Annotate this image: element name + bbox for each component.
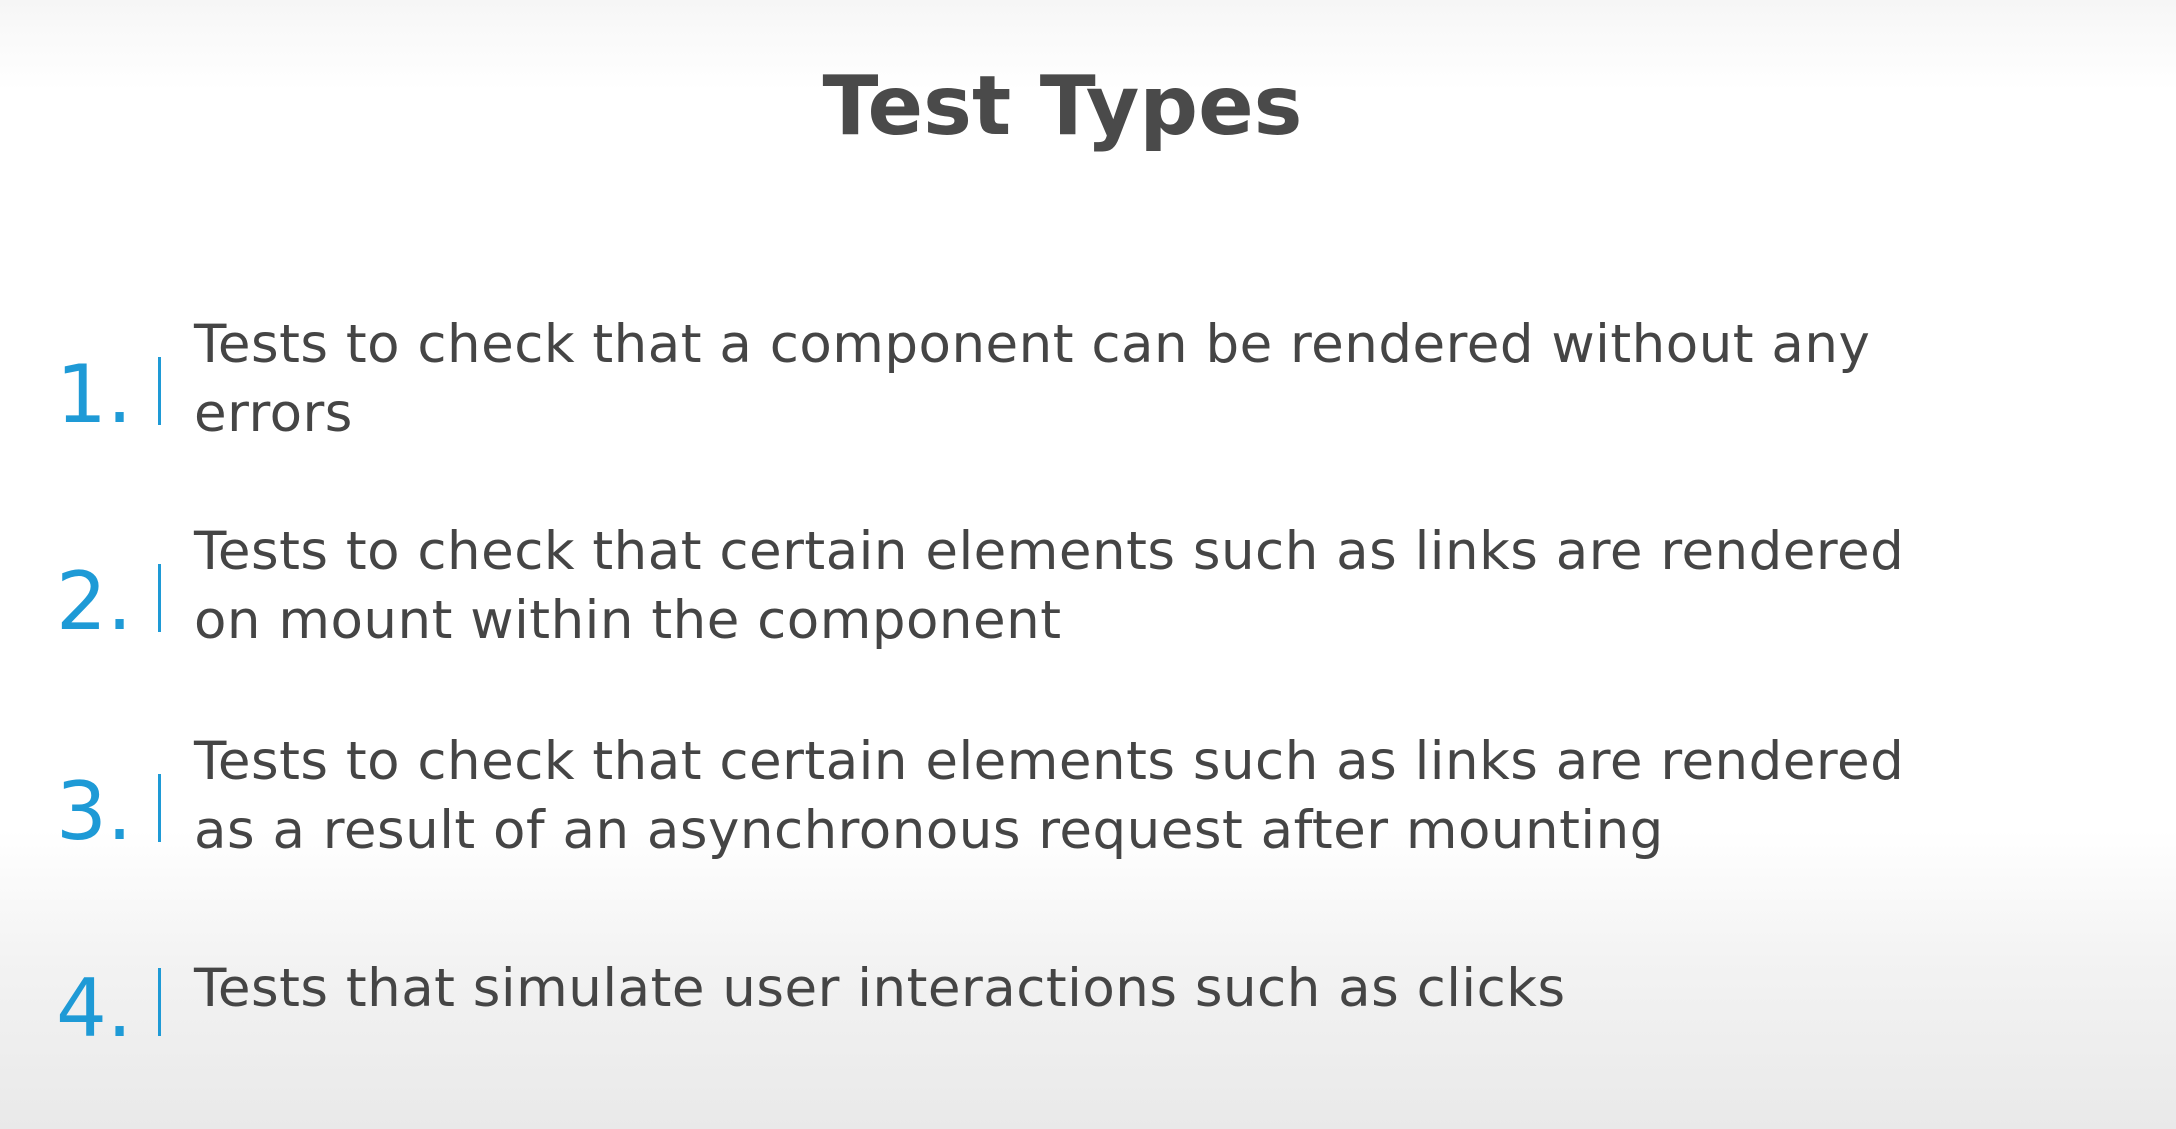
item-text: Tests to check that a component can be r… (194, 310, 2134, 448)
item-text: Tests that simulate user interactions su… (194, 954, 2134, 1023)
item-text-line: Tests that simulate user interactions su… (194, 958, 1566, 1019)
item-text: Tests to check that certain elements suc… (194, 517, 2134, 655)
slide-title: Test Types (822, 59, 1303, 154)
item-text-line: errors (194, 383, 353, 444)
item-text-line: as a result of an asynchronous request a… (194, 800, 1664, 861)
item-text: Tests to check that certain elements suc… (194, 727, 2134, 865)
item-text-line: on mount within the component (194, 590, 1062, 651)
item-divider (158, 968, 161, 1036)
item-number: 2. (56, 555, 133, 648)
item-text-line: Tests to check that certain elements suc… (194, 521, 1905, 582)
item-text-line: Tests to check that a component can be r… (194, 314, 1871, 375)
item-number: 3. (56, 765, 133, 858)
item-divider (158, 564, 161, 632)
item-divider (158, 774, 161, 842)
item-number: 1. (56, 348, 133, 441)
item-divider (158, 357, 161, 425)
slide: Test Types 1. Tests to check that a comp… (0, 0, 2176, 1129)
item-number: 4. (56, 962, 133, 1055)
item-text-line: Tests to check that certain elements suc… (194, 731, 1905, 792)
